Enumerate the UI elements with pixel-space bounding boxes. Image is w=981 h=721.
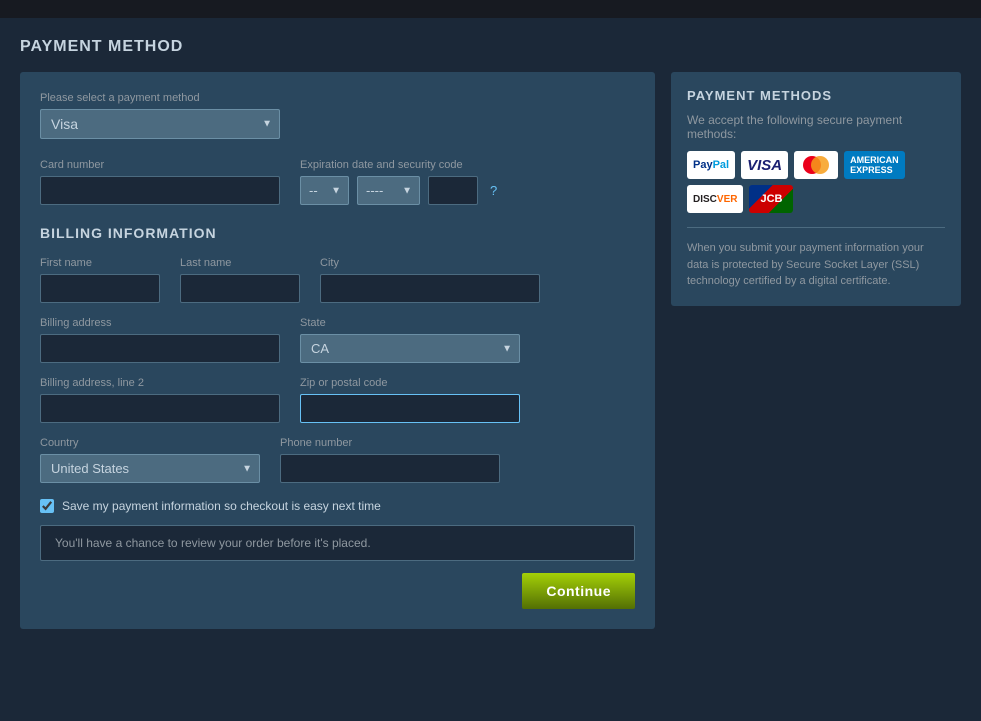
right-panel: PAYMENT METHODS We accept the following … [671,72,961,306]
card-number-input[interactable] [40,176,280,205]
zip-group: Zip or postal code [300,377,520,423]
country-group: Country United States Canada United King… [40,437,260,483]
billing-address2-input[interactable] [40,394,280,423]
paypal-icon: PayPal [687,151,735,179]
card-number-group: Card number [40,159,280,205]
expiry-month-wrapper: -- 010203 040506 070809 101112 ▼ [300,176,349,205]
jcb-icon: JCB [749,185,793,213]
expiry-month-select[interactable]: -- 010203 040506 070809 101112 [300,176,349,205]
right-panel-title: PAYMENT METHODS [687,88,945,103]
address2-zip-row: Billing address, line 2 Zip or postal co… [40,377,635,423]
visa-icon: VISA [741,151,788,179]
country-select-wrapper: United States Canada United Kingdom Aust… [40,454,260,483]
payment-method-select-wrapper: Visa Mastercard PayPal American Express … [40,109,280,139]
expiry-year-select[interactable]: ---- 202420252026 202720282029 2030 [357,176,420,205]
continue-row: Continue [40,573,635,609]
divider [687,227,945,228]
cvv-hint[interactable]: ? [490,183,497,198]
country-select[interactable]: United States Canada United Kingdom Aust… [40,454,260,483]
state-select-wrapper: CA NY TX FL WA ▼ [300,334,520,363]
ssl-text: When you submit your payment information… [687,240,945,290]
billing-address2-group: Billing address, line 2 [40,377,280,423]
last-name-group: Last name [180,257,300,303]
country-label: Country [40,437,260,449]
expiry-row: -- 010203 040506 070809 101112 ▼ ---- [300,176,497,205]
payment-method-select[interactable]: Visa Mastercard PayPal American Express … [40,109,280,139]
first-name-group: First name [40,257,160,303]
save-payment-label: Save my payment information so checkout … [62,499,381,513]
first-name-input[interactable] [40,274,160,303]
cvv-input[interactable] [428,176,478,205]
city-label: City [320,257,540,269]
left-panel: Please select a payment method Visa Mast… [20,72,655,629]
city-input[interactable] [320,274,540,303]
top-bar [0,0,981,18]
payment-method-label: Please select a payment method [40,92,635,104]
last-name-label: Last name [180,257,300,269]
billing-address-label: Billing address [40,317,280,329]
billing-address2-label: Billing address, line 2 [40,377,280,389]
review-notice: You'll have a chance to review your orde… [40,525,635,561]
phone-input[interactable] [280,454,500,483]
zip-label: Zip or postal code [300,377,520,389]
country-phone-row: Country United States Canada United King… [40,437,635,483]
billing-section-title: BILLING INFORMATION [40,225,635,241]
name-city-row: First name Last name City [40,257,635,303]
expiry-label: Expiration date and security code [300,159,497,171]
expiry-year-wrapper: ---- 202420252026 202720282029 2030 ▼ [357,176,420,205]
discover-icon: DISCVER [687,185,743,213]
payment-method-group: Please select a payment method Visa Mast… [40,92,635,159]
billing-address-group: Billing address [40,317,280,363]
card-number-label: Card number [40,159,280,171]
city-group: City [320,257,540,303]
phone-label: Phone number [280,437,500,449]
last-name-input[interactable] [180,274,300,303]
billing-address-input[interactable] [40,334,280,363]
state-group: State CA NY TX FL WA ▼ [300,317,520,363]
card-row: Card number Expiration date and security… [40,159,635,205]
address-state-row: Billing address State CA NY TX FL WA ▼ [40,317,635,363]
right-panel-subtitle: We accept the following secure payment m… [687,113,945,141]
payment-icons: PayPal VISA AMERICANEXPRESS DISCVER JCB [687,151,945,213]
continue-button[interactable]: Continue [522,573,635,609]
save-payment-checkbox[interactable] [40,499,54,513]
zip-input[interactable] [300,394,520,423]
first-name-label: First name [40,257,160,269]
main-layout: Please select a payment method Visa Mast… [20,72,961,629]
phone-group: Phone number [280,437,500,483]
mastercard-icon [794,151,838,179]
expiry-group: Expiration date and security code -- 010… [300,159,497,205]
state-select[interactable]: CA NY TX FL WA [300,334,520,363]
save-checkbox-row: Save my payment information so checkout … [40,499,635,513]
page-title: PAYMENT METHOD [20,38,961,56]
state-label: State [300,317,520,329]
amex-icon: AMERICANEXPRESS [844,151,905,179]
